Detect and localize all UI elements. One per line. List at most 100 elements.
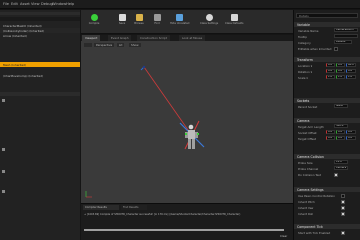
save-icon [118, 14, 126, 21]
inherit-roll-label: Inherit Roll [298, 212, 314, 216]
log-scrollbar[interactable] [84, 229, 284, 231]
tree-item[interactable]: Arrow (Inherited) [0, 33, 80, 38]
section-transform[interactable]: Transform [294, 57, 360, 62]
inherit-pitch-checkbox[interactable] [341, 200, 345, 204]
inherit-yaw-checkbox[interactable] [341, 206, 345, 210]
menu-file[interactable]: File [3, 2, 9, 6]
location-z[interactable]: 60.0 [346, 63, 356, 67]
editable-when-inherited-label: Editable when Inherited [298, 47, 332, 51]
find-button[interactable]: Find [150, 13, 164, 31]
rotation-y[interactable]: 0.0 [336, 69, 345, 73]
editable-when-inherited-checkbox[interactable] [334, 47, 338, 51]
scale-label[interactable]: Scale ▾ [298, 76, 308, 80]
save-button[interactable]: Save [115, 13, 129, 31]
probe-channel-dropdown[interactable]: Camera [334, 166, 348, 170]
tab-compiler-results[interactable]: Compiler Results [83, 205, 119, 210]
location-x[interactable]: 0.0 [326, 63, 335, 67]
inherit-yaw-label: Inherit Yaw [298, 206, 314, 210]
browse-button[interactable]: Browse [132, 13, 146, 31]
compile-button[interactable]: Compile [87, 13, 101, 31]
macro-icon [2, 170, 5, 173]
menu-window[interactable]: Window [52, 2, 66, 6]
category-label: Category [298, 41, 311, 45]
start-with-tick-checkbox[interactable] [341, 231, 345, 235]
parent-socket-field[interactable]: None [334, 104, 348, 108]
section-camera-settings[interactable]: Camera Settings [294, 187, 360, 192]
function-icon [2, 148, 5, 151]
camera-boom-line [143, 66, 194, 138]
tab-find-results[interactable]: Find Results [121, 205, 147, 210]
class-defaults-icon [230, 14, 238, 21]
target-arm-length-label: Target Arm Length [298, 125, 324, 129]
rotation-label[interactable]: Rotation ▾ [298, 70, 312, 74]
folder-icon [135, 14, 143, 21]
category-dropdown[interactable]: Default [334, 40, 352, 44]
do-collision-test-label: Do Collision Test [298, 173, 321, 177]
details-search-input[interactable]: Details [296, 13, 358, 18]
target-offset-label: Target Offset [298, 137, 316, 141]
socket-offset-x[interactable]: 0.0 [326, 130, 335, 134]
rotation-z[interactable]: 0.0 [346, 69, 356, 73]
target-offset-y[interactable]: 0.0 [336, 136, 345, 140]
inherit-roll-checkbox[interactable] [341, 212, 345, 216]
clear-button[interactable]: Clear [280, 234, 287, 238]
gear-icon [205, 14, 213, 21]
camera-icon [142, 65, 146, 69]
menu-bar: File Edit Asset View Debug Window Help [0, 0, 360, 9]
menu-view[interactable]: View [31, 2, 40, 6]
tooltip-field[interactable] [334, 34, 358, 38]
rotation-x[interactable]: 0.0 [326, 69, 335, 73]
menu-help[interactable]: Help [66, 2, 74, 6]
toolbar: Compile Save Browse Find Hide Unrelated … [81, 10, 293, 34]
graph-icon [2, 190, 5, 193]
section-variable[interactable]: Variable [294, 22, 360, 27]
do-collision-test-checkbox[interactable] [334, 173, 338, 177]
target-offset-x[interactable]: 0.0 [326, 136, 335, 140]
hide-unrelated-icon [175, 14, 183, 21]
compile-log-line: → [1003.69] Compile of SHOOTR_Character … [84, 213, 241, 216]
menu-asset[interactable]: Asset [20, 2, 30, 6]
section-sockets[interactable]: Sockets [294, 98, 360, 103]
compile-icon [90, 14, 98, 21]
tree-item-selected[interactable]: Mesh (Inherited) [0, 62, 80, 67]
start-with-tick-label: Start with Tick Enabled [298, 231, 331, 235]
section-component-tick[interactable]: Component Tick [294, 224, 360, 229]
variable-name-label: Variable Name [298, 29, 319, 33]
use-pawn-control-rotation-label: Use Pawn Control Rotation [298, 194, 336, 198]
tree-item[interactable]: (CharMoveComp) (Inherited) [0, 73, 80, 78]
axis-gizmo-icon [85, 191, 92, 198]
target-offset-z[interactable]: 0.0 [346, 136, 356, 140]
hide-unrelated-button[interactable]: Hide Unrelated [170, 13, 189, 31]
panel-header [0, 12, 80, 15]
tooltip-label: Tooltip [298, 35, 308, 39]
scale-x[interactable]: 1.0 [326, 75, 335, 79]
target-arm-length-field[interactable]: 300.0 [334, 124, 348, 128]
compiler-results-panel: Compiler Results Find Results → [1003.69… [81, 203, 293, 240]
section-header [0, 92, 80, 96]
location-label[interactable]: Location ▾ [298, 64, 312, 68]
socket-offset-z[interactable]: 0.0 [346, 130, 356, 134]
section-camera[interactable]: Camera [294, 118, 360, 123]
variable-name-field[interactable]: CameraBoom [334, 28, 358, 32]
class-settings-button[interactable]: Class Settings [200, 13, 218, 31]
viewport[interactable]: Perspective Lit Show [81, 41, 293, 203]
probe-size-label: Probe Size [298, 161, 313, 165]
panel-subheader [0, 17, 80, 21]
menu-edit[interactable]: Edit [11, 2, 18, 6]
socket-offset-y[interactable]: 0.0 [336, 130, 345, 134]
inherit-pitch-label: Inherit Pitch [298, 200, 315, 204]
class-defaults-button[interactable]: Class Defaults [225, 13, 243, 31]
scale-z[interactable]: 1.0 [346, 75, 356, 79]
use-pawn-control-rotation-checkbox[interactable] [341, 194, 345, 198]
variable-icon [2, 99, 5, 102]
scale-y[interactable]: 1.0 [336, 75, 345, 79]
character-mesh [179, 120, 205, 150]
socket-offset-label: Socket Offset [298, 131, 317, 135]
probe-channel-label: Probe Channel [298, 167, 319, 171]
section-camera-collision[interactable]: Camera Collision [294, 154, 360, 159]
probe-size-field[interactable]: 12.0 [334, 160, 348, 164]
viewport-scene [85, 65, 205, 198]
components-panel [0, 10, 80, 240]
parent-socket-label: Parent Socket [298, 105, 318, 109]
location-y[interactable]: 0.0 [336, 63, 345, 67]
